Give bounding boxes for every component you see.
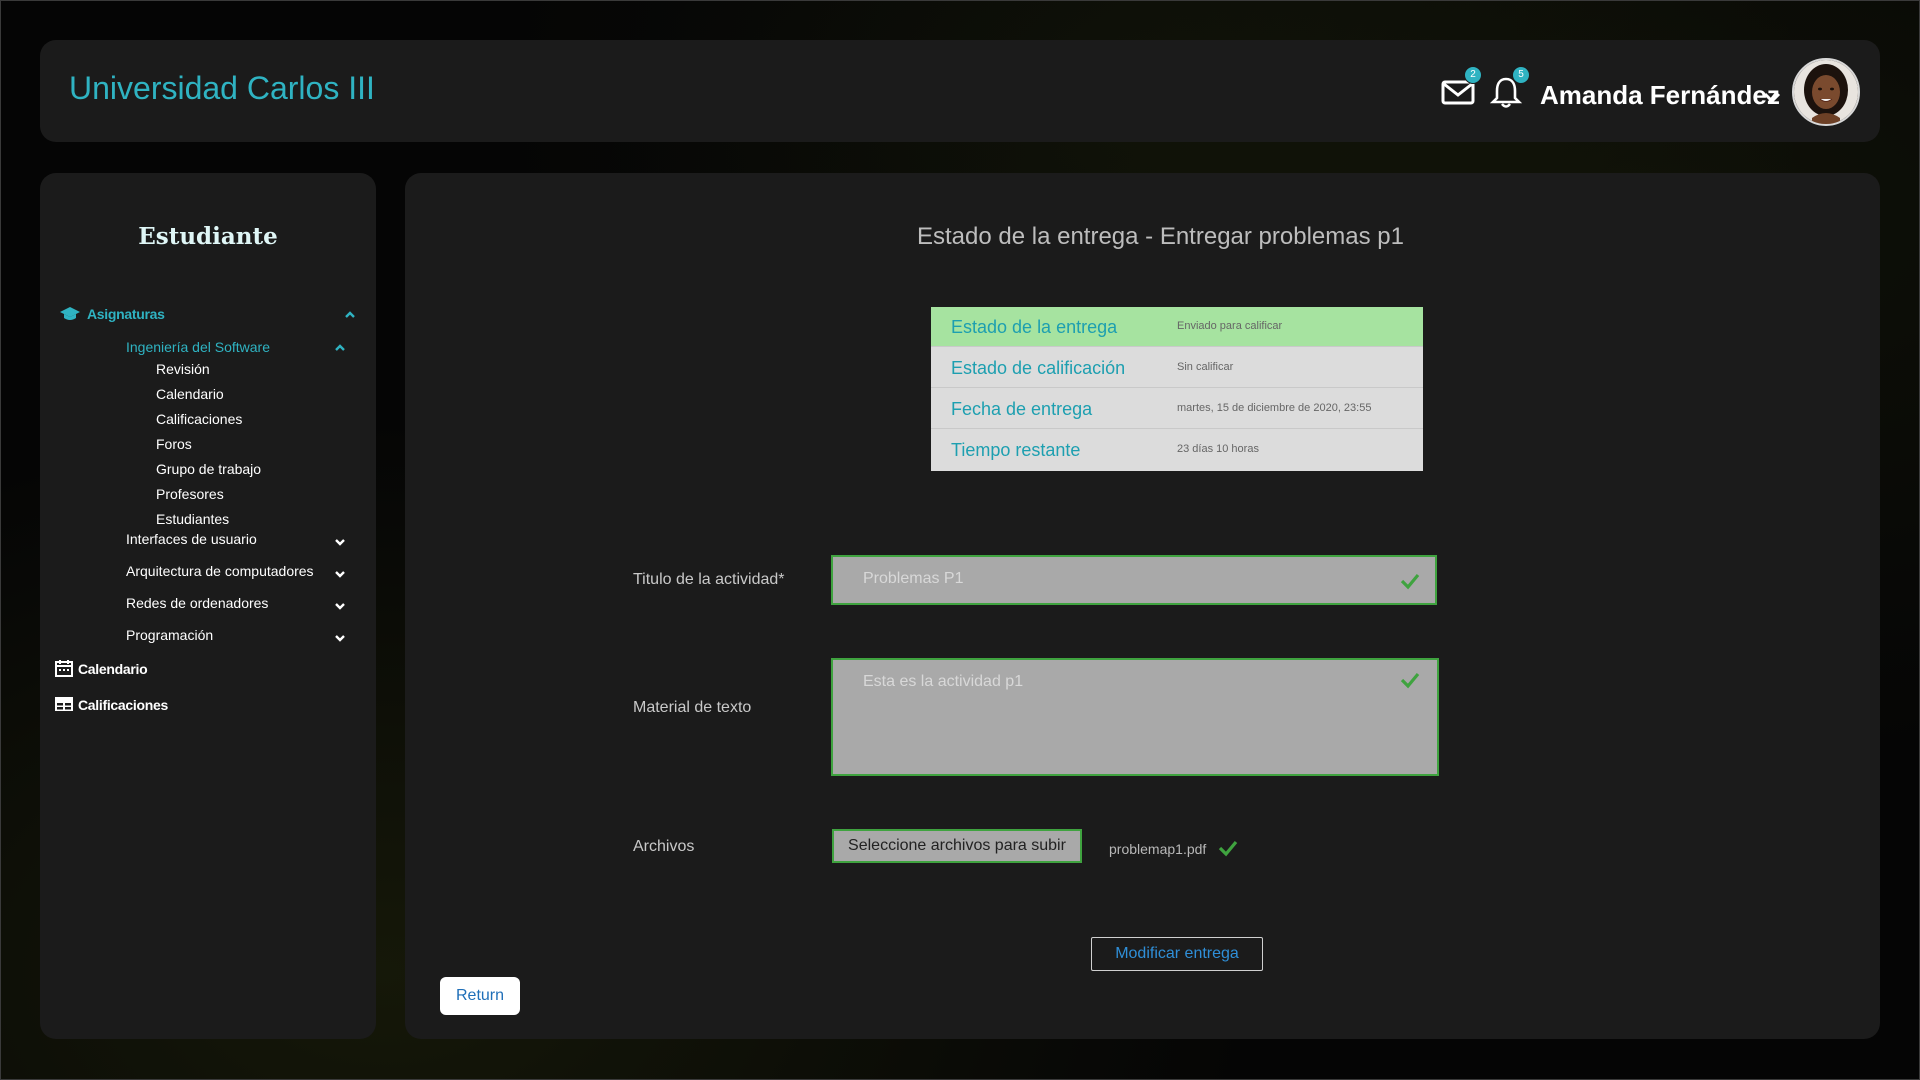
return-button[interactable]: Return (440, 977, 520, 1015)
status-row: Estado de la entrega Enviado para califi… (931, 307, 1423, 347)
status-row: Fecha de entrega martes, 15 de diciembre… (931, 389, 1423, 429)
activity-title-value: Problemas P1 (863, 570, 964, 587)
bell-badge: 5 (1512, 66, 1530, 84)
sidebar-item-redes-ordenadores[interactable]: Redes de ordenadores (126, 595, 268, 611)
status-row: Tiempo restante 23 días 10 horas (931, 430, 1423, 470)
submission-status-table: Estado de la entrega Enviado para califi… (931, 307, 1423, 471)
check-icon (1399, 570, 1421, 592)
sidebar-item-revision[interactable]: Revisión (156, 361, 210, 377)
status-row: Estado de calificación Sin calificar (931, 348, 1423, 388)
text-material-value: Esta es la actividad p1 (863, 673, 1024, 690)
sidebar-item-estudiantes[interactable]: Estudiantes (156, 511, 229, 527)
sidebar-item-grupo-trabajo[interactable]: Grupo de trabajo (156, 461, 261, 477)
top-header: Universidad Carlos III 2 5 Amanda Fernán… (40, 40, 1880, 142)
user-menu-chevron-icon[interactable] (1762, 88, 1782, 108)
status-row-value: 23 días 10 horas (1177, 443, 1259, 455)
select-files-button[interactable]: Seleccione archivos para subir (832, 829, 1082, 863)
sidebar-item-foros[interactable]: Foros (156, 436, 192, 452)
mail-button[interactable]: 2 (1440, 66, 1482, 110)
sidebar-item-calendario-curso[interactable]: Calendario (156, 386, 224, 402)
check-icon (1399, 669, 1421, 691)
chevron-down-icon[interactable] (333, 631, 347, 645)
mail-badge: 2 (1464, 66, 1482, 84)
sidebar-item-arquitectura-computadores[interactable]: Arquitectura de computadores (126, 563, 314, 579)
graduation-cap-icon (60, 305, 80, 323)
check-icon (1217, 837, 1239, 859)
modify-submission-button[interactable]: Modificar entrega (1091, 937, 1263, 971)
files-label: Archivos (633, 838, 695, 855)
status-row-value: martes, 15 de diciembre de 2020, 23:55 (1177, 402, 1372, 414)
chevron-down-icon[interactable] (333, 599, 347, 613)
sidebar-item-interfaces-usuario[interactable]: Interfaces de usuario (126, 531, 257, 547)
bell-icon (1488, 77, 1524, 114)
activity-title-input[interactable]: Problemas P1 (831, 555, 1437, 605)
sidebar-item-calendario[interactable]: Calendario (78, 661, 148, 677)
status-row-value: Sin calificar (1177, 361, 1234, 373)
sidebar-item-asignaturas[interactable]: Asignaturas (87, 306, 165, 322)
chevron-down-icon[interactable] (333, 535, 347, 549)
chevron-up-icon[interactable] (333, 341, 347, 355)
sidebar: Estudiante Asignaturas Ingeniería del So… (40, 173, 376, 1039)
status-row-label: Estado de calificación (951, 358, 1126, 378)
text-material-textarea[interactable]: Esta es la actividad p1 (831, 658, 1439, 776)
table-icon (54, 695, 74, 713)
status-row-label: Estado de la entrega (951, 317, 1118, 337)
text-material-label: Material de texto (633, 699, 752, 716)
chevron-down-icon[interactable] (333, 567, 347, 581)
brand-title[interactable]: Universidad Carlos III (69, 70, 375, 107)
uploaded-file-name[interactable]: problemap1.pdf (1109, 841, 1206, 857)
sidebar-item-profesores[interactable]: Profesores (156, 486, 224, 502)
mail-icon (1440, 80, 1476, 114)
page-title: Estado de la entrega - Entregar problema… (917, 223, 1404, 250)
calendar-icon (54, 659, 74, 677)
status-row-label: Fecha de entrega (951, 399, 1093, 419)
status-row-label: Tiempo restante (951, 440, 1081, 460)
user-name[interactable]: Amanda Fernández (1540, 80, 1780, 111)
main-panel: Estado de la entrega - Entregar problema… (405, 173, 1880, 1039)
status-row-value: Enviado para calificar (1177, 320, 1283, 332)
sidebar-item-calificaciones-curso[interactable]: Calificaciones (156, 411, 242, 427)
notifications-button[interactable]: 5 (1488, 66, 1530, 110)
activity-title-label: Titulo de la actividad* (633, 571, 785, 588)
sidebar-item-programacion[interactable]: Programación (126, 627, 213, 643)
sidebar-item-calificaciones[interactable]: Calificaciones (78, 697, 168, 713)
sidebar-title: Estudiante (138, 223, 278, 250)
sidebar-item-ingenieria-software[interactable]: Ingeniería del Software (126, 339, 270, 355)
chevron-up-icon[interactable] (343, 308, 357, 322)
avatar[interactable] (1792, 58, 1860, 126)
